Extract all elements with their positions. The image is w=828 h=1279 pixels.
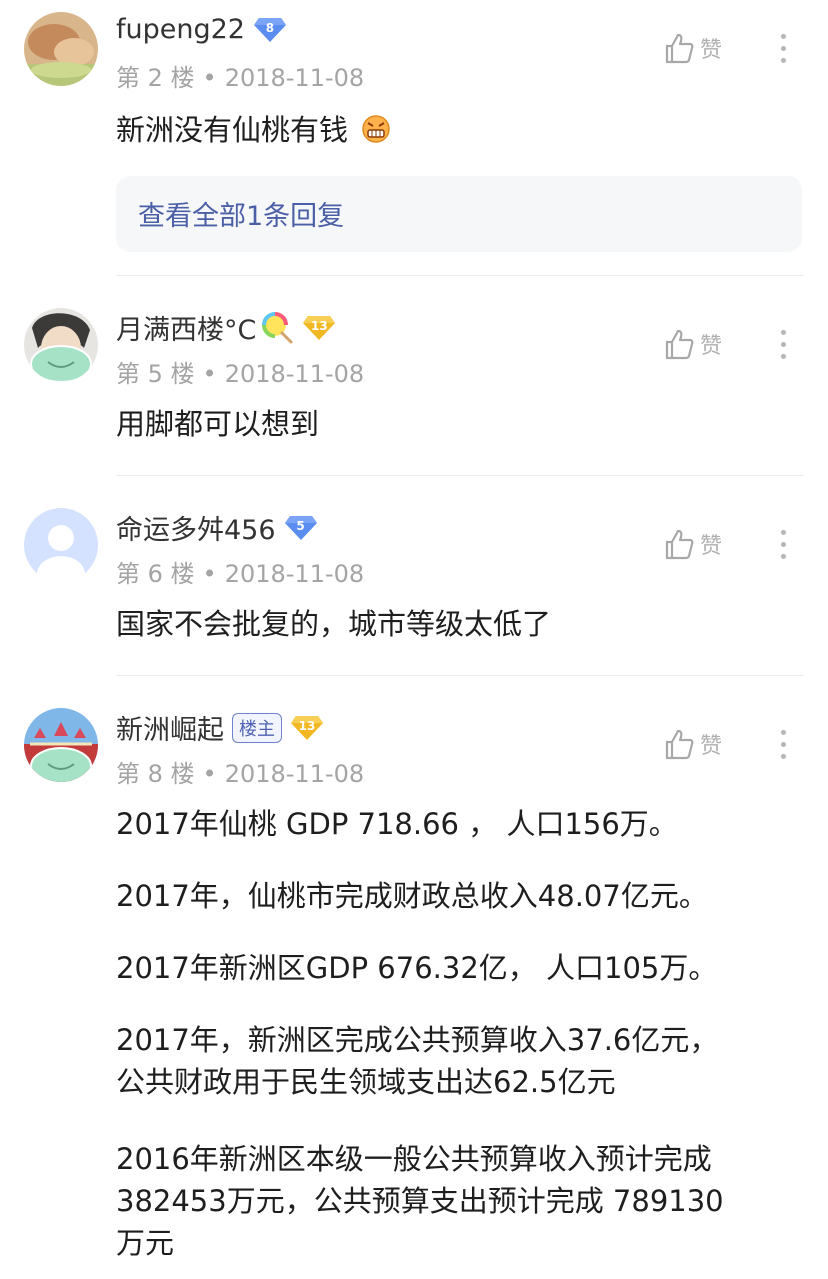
thread-owner-tag: 楼主 <box>232 712 282 743</box>
like-label: 赞 <box>700 38 723 63</box>
post-date: 2018-11-08 <box>224 64 365 92</box>
username[interactable]: 新洲崛起 <box>116 708 224 747</box>
content-paragraph: 2017年，仙桃市完成财政总收入48.07亿元。 <box>116 879 708 913</box>
more-options-icon[interactable] <box>773 34 793 63</box>
floor-label: 第 2 楼 <box>116 64 195 92</box>
content-paragraph: 2017年新洲区GDP 676.32亿， 人口105万。 <box>116 951 718 985</box>
username[interactable]: fupeng22 <box>116 14 245 45</box>
comment-content: 国家不会批复的，城市等级太低了 <box>116 607 552 641</box>
lollipop-icon <box>262 311 293 343</box>
comment-meta: 第 2 楼 • 2018-11-08 <box>116 64 365 92</box>
comment-content: 用脚都可以想到 <box>116 407 320 441</box>
avatar[interactable] <box>24 12 98 86</box>
content-paragraph: 2017年仙桃 GDP 718.66 ， 人口156万。 <box>116 807 678 841</box>
floor-label: 第 5 楼 <box>116 360 195 388</box>
like-button[interactable]: 赞 <box>664 528 722 560</box>
level-badge: 13 <box>302 314 336 342</box>
avatar[interactable] <box>24 708 98 782</box>
post-date: 2018-11-08 <box>224 760 365 788</box>
level-badge: 13 <box>290 714 324 742</box>
comment-meta: 第 5 楼 • 2018-11-08 <box>116 360 365 388</box>
content-paragraph: 382453万元，公共预算支出预计完成 789130 <box>116 1184 724 1218</box>
divider <box>116 275 804 276</box>
comment-content: 2017年新洲区GDP 676.32亿， 人口105万。 <box>116 947 717 989</box>
comment-meta: 第 6 楼 • 2018-11-08 <box>116 560 365 588</box>
username[interactable]: 命运多舛456 <box>116 508 276 547</box>
more-options-icon[interactable] <box>773 530 793 559</box>
thumbs-up-icon <box>665 529 694 560</box>
comment-content: 2017年仙桃 GDP 718.66 ， 人口156万。 <box>116 803 678 845</box>
thumbs-up-icon <box>665 329 694 360</box>
like-label: 赞 <box>700 334 723 359</box>
divider <box>116 675 804 676</box>
thumbs-up-icon <box>665 33 694 64</box>
comment-content: 新洲没有仙桃有钱 <box>116 112 391 148</box>
like-button[interactable]: 赞 <box>664 728 722 760</box>
like-label: 赞 <box>700 534 723 559</box>
content-paragraph: 公共财政用于民生领域支出达62.5亿元 <box>116 1065 616 1099</box>
content-paragraph: 万元 <box>116 1226 175 1260</box>
more-options-icon[interactable] <box>773 730 793 759</box>
comment-content: 2017年，新洲区完成公共预算收入37.6亿元， 公共财政用于民生领域支出达62… <box>116 1019 718 1103</box>
post-date: 2018-11-08 <box>224 360 365 388</box>
comment-meta: 第 8 楼 • 2018-11-08 <box>116 760 365 788</box>
view-all-replies[interactable]: 查看全部1条回复 <box>116 176 802 252</box>
comment-content: 2016年新洲区本级一般公共预算收入预计完成 382453万元，公共预算支出预计… <box>116 1138 724 1264</box>
thumbs-up-icon <box>665 729 694 760</box>
comment-content: 2017年，仙桃市完成财政总收入48.07亿元。 <box>116 875 708 917</box>
floor-label: 第 6 楼 <box>116 560 195 588</box>
like-button[interactable]: 赞 <box>664 328 722 360</box>
username[interactable]: 月满西楼°C <box>116 308 256 347</box>
more-options-icon[interactable] <box>773 330 793 359</box>
avatar[interactable] <box>24 508 98 582</box>
post-date: 2018-11-08 <box>224 560 365 588</box>
floor-label: 第 8 楼 <box>116 760 195 788</box>
level-badge: 8 <box>253 16 287 44</box>
like-button[interactable]: 赞 <box>664 32 722 64</box>
level-badge: 5 <box>284 514 318 542</box>
grimacing-face-icon <box>362 115 390 143</box>
divider <box>116 475 804 476</box>
avatar[interactable] <box>24 308 98 382</box>
content-paragraph: 2016年新洲区本级一般公共预算收入预计完成 <box>116 1142 712 1176</box>
content-paragraph: 2017年，新洲区完成公共预算收入37.6亿元， <box>116 1023 719 1057</box>
like-label: 赞 <box>700 734 723 759</box>
